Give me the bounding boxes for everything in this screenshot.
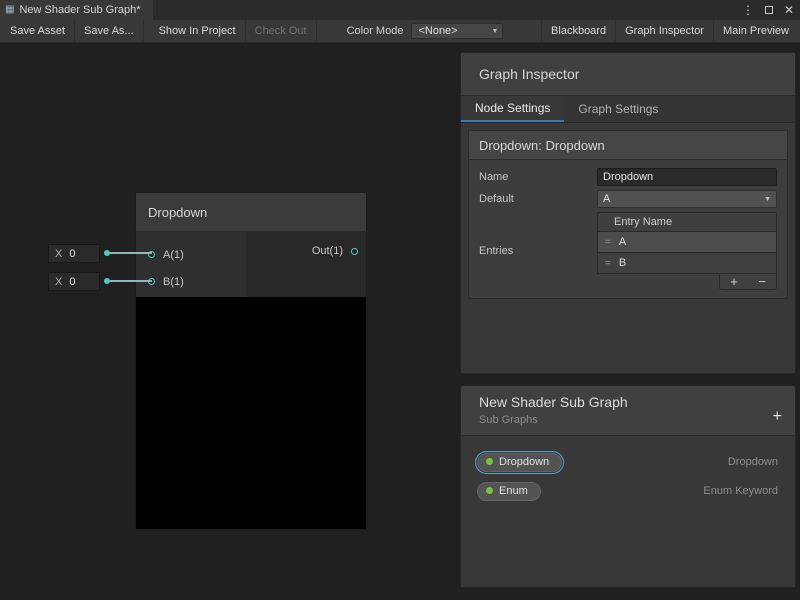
inspector-tabs: Node Settings Graph Settings: [461, 96, 795, 123]
node-settings-section: Dropdown: Dropdown Name Dropdown Default…: [468, 130, 788, 299]
inspector-header[interactable]: Graph Inspector: [461, 53, 795, 96]
remove-entry-button[interactable]: −: [748, 274, 776, 289]
default-label: Default: [479, 193, 597, 205]
output-port-row: Out(1): [312, 245, 358, 257]
show-in-project-button[interactable]: Show In Project: [150, 20, 246, 42]
property-pill[interactable]: Enum: [477, 482, 541, 501]
blackboard-body: Dropdown Dropdown Enum Enum Keyword: [461, 436, 795, 522]
graph-inspector-panel: Graph Inspector Node Settings Graph Sett…: [460, 52, 796, 374]
input-port-a-label: A(1): [163, 249, 184, 261]
entries-header-label: Entry Name: [614, 216, 672, 228]
input-stub-a: X 0: [48, 244, 100, 263]
section-body: Name Dropdown Default A ▼ Entries Entry …: [469, 160, 787, 298]
add-entry-button[interactable]: +: [720, 274, 748, 289]
check-out-button: Check Out: [246, 20, 317, 42]
color-mode-label: Color Mode: [339, 20, 412, 42]
shader-graph-icon: ▦: [5, 5, 14, 15]
property-pill-selected[interactable]: Dropdown: [475, 451, 564, 474]
output-port-icon[interactable]: [351, 248, 358, 255]
color-mode-dropdown[interactable]: <None> ▼: [411, 23, 503, 39]
node-preview: [135, 297, 367, 530]
blackboard-item-enum: Enum Enum Keyword: [475, 479, 781, 503]
keyword-dot-icon: [486, 487, 493, 494]
name-row: Name Dropdown: [479, 168, 777, 186]
default-value: A: [603, 193, 610, 205]
inspector-content: Dropdown: Dropdown Name Dropdown Default…: [461, 123, 795, 306]
node-title: Dropdown: [148, 205, 207, 220]
node-header[interactable]: Dropdown: [135, 192, 367, 232]
section-header: Dropdown: Dropdown: [469, 131, 787, 160]
entries-footer-bar: + −: [719, 274, 777, 290]
entry-name: B: [619, 257, 626, 269]
save-asset-button[interactable]: Save Asset: [0, 20, 75, 42]
maximize-icon[interactable]: [765, 6, 773, 14]
entry-name: A: [619, 236, 626, 248]
entries-label: Entries: [479, 245, 597, 257]
input-port-row-a: A(1): [136, 241, 246, 268]
entries-footer: + −: [597, 274, 777, 290]
save-as-button[interactable]: Save As...: [75, 20, 144, 42]
chevron-down-icon: ▼: [764, 196, 771, 203]
property-pill[interactable]: Dropdown: [477, 453, 562, 472]
add-property-button[interactable]: +: [773, 409, 782, 425]
edge-a[interactable]: [110, 252, 152, 254]
section-title: Dropdown: Dropdown: [479, 138, 605, 153]
default-dropdown[interactable]: A ▼: [597, 190, 777, 208]
output-port-label: Out(1): [312, 245, 343, 257]
blackboard-title: New Shader Sub Graph: [479, 394, 795, 410]
entries-list: Entry Name = A = B +: [597, 212, 777, 290]
default-row: Default A ▼: [479, 190, 777, 208]
graph-inspector-toggle-button[interactable]: Graph Inspector: [615, 20, 713, 42]
property-name: Dropdown: [499, 456, 549, 468]
blackboard-header[interactable]: New Shader Sub Graph Sub Graphs +: [461, 386, 795, 436]
color-mode-value: <None>: [418, 25, 457, 37]
blackboard-subtitle: Sub Graphs: [479, 414, 795, 426]
stub-a-axis-label: X: [49, 248, 69, 260]
stub-b-value-field[interactable]: 0: [69, 276, 75, 288]
entry-row-b[interactable]: = B: [597, 253, 777, 274]
tab-title: New Shader Sub Graph*: [19, 4, 140, 16]
drag-handle-icon[interactable]: =: [598, 237, 619, 248]
entries-row: Entries Entry Name = A = B: [479, 212, 777, 290]
drag-handle-icon[interactable]: =: [598, 258, 619, 269]
chevron-down-icon: ▼: [492, 28, 499, 35]
stub-b-axis-label: X: [49, 276, 69, 288]
property-name: Enum: [499, 485, 528, 497]
window-controls: ⋮ ✕: [742, 0, 794, 20]
blackboard-toggle-button[interactable]: Blackboard: [541, 20, 615, 42]
tab-node-settings[interactable]: Node Settings: [461, 96, 564, 122]
document-tab[interactable]: ▦ New Shader Sub Graph*: [0, 0, 153, 20]
node-body: A(1) B(1) Out(1): [135, 232, 367, 297]
node-output-column: Out(1): [246, 232, 366, 297]
entries-list-header: Entry Name: [597, 212, 777, 232]
graph-toolbar: Save Asset Save As... Show In Project Ch…: [0, 20, 800, 43]
input-stub-b: X 0: [48, 272, 100, 291]
entry-row-a[interactable]: = A: [597, 232, 777, 253]
name-label: Name: [479, 171, 597, 183]
blackboard-panel: New Shader Sub Graph Sub Graphs + Dropdo…: [460, 385, 796, 588]
property-pill-wrap[interactable]: Enum: [475, 480, 543, 503]
node-input-column: A(1) B(1): [136, 232, 246, 297]
main-preview-toggle-button[interactable]: Main Preview: [713, 20, 798, 42]
stub-a-value-field[interactable]: 0: [69, 248, 75, 260]
close-icon[interactable]: ✕: [784, 3, 794, 17]
inspector-title: Graph Inspector: [479, 66, 579, 82]
kebab-menu-icon[interactable]: ⋮: [742, 3, 754, 17]
blackboard-item-dropdown: Dropdown Dropdown: [475, 450, 781, 474]
keyword-dot-icon: [486, 458, 493, 465]
toolbar-right-group: Blackboard Graph Inspector Main Preview: [541, 20, 798, 42]
tab-graph-settings[interactable]: Graph Settings: [564, 96, 672, 122]
name-input[interactable]: Dropdown: [597, 168, 777, 186]
input-port-b-label: B(1): [163, 276, 184, 288]
dropdown-node[interactable]: Dropdown A(1) B(1) Out(1): [135, 192, 367, 530]
property-type-label: Dropdown: [728, 456, 778, 468]
property-type-label: Enum Keyword: [703, 485, 778, 497]
window-titlebar: ▦ New Shader Sub Graph* ⋮ ✕: [0, 0, 800, 20]
edge-b[interactable]: [110, 280, 152, 282]
input-port-row-b: B(1): [136, 268, 246, 295]
